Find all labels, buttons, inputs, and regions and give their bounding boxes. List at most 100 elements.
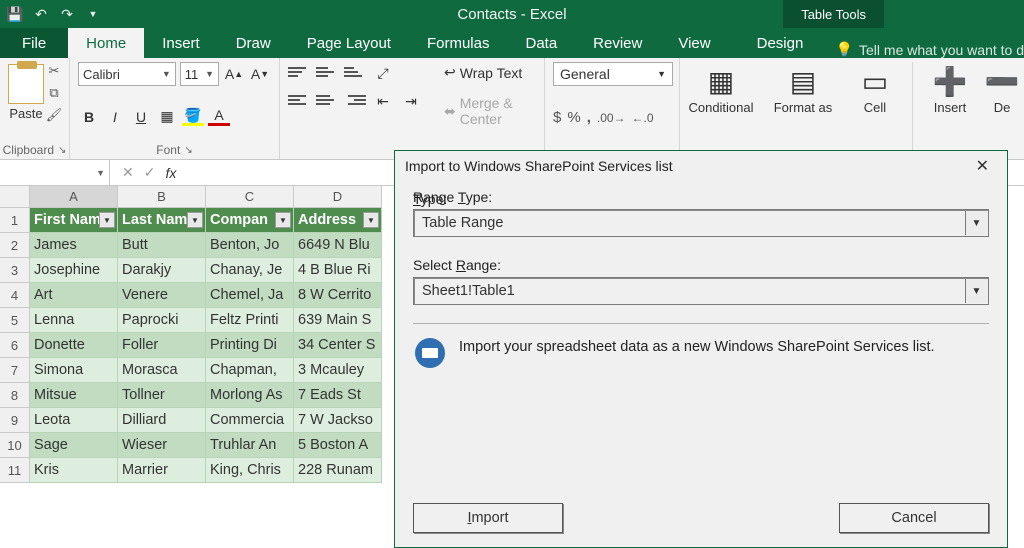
font-color-button[interactable]: A [208,106,230,128]
column-header[interactable]: D [294,186,382,208]
borders-button[interactable]: ▦ [156,106,178,128]
table-cell[interactable]: Josephine [30,258,118,283]
undo-icon[interactable]: ↶ [32,5,50,23]
table-cell[interactable]: Dilliard [118,408,206,433]
tab-design[interactable]: Design [741,28,820,58]
table-cell[interactable]: Truhlar An [206,433,294,458]
row-header[interactable]: 9 [0,408,30,433]
column-header[interactable]: C [206,186,294,208]
tell-me-search[interactable]: 💡 Tell me what you want to d [836,41,1024,58]
enter-formula-icon[interactable]: ✓ [144,164,156,181]
decrease-indent-icon[interactable]: ⇤ [372,90,394,112]
table-cell[interactable]: Chapman, [206,358,294,383]
row-header[interactable]: 4 [0,283,30,308]
tab-data[interactable]: Data [507,28,575,58]
delete-cells-button[interactable]: ➖De [987,62,1017,115]
fx-icon[interactable]: fx [165,165,176,181]
qat-customize-icon[interactable]: ▼ [84,5,102,23]
table-cell[interactable]: 7 Eads St [294,383,382,408]
accounting-format-icon[interactable]: $ [553,109,561,126]
table-header-cell[interactable]: Compan▼ [206,208,294,233]
table-cell[interactable]: Feltz Printi [206,308,294,333]
table-cell[interactable]: Darakjy [118,258,206,283]
table-cell[interactable]: Lenna [30,308,118,333]
format-as-table-button[interactable]: ▤Format as [768,62,838,115]
tab-review[interactable]: Review [575,28,660,58]
decrease-decimal-icon[interactable]: ←.0 [632,111,654,125]
tab-view[interactable]: View [660,28,728,58]
paste-button[interactable]: Paste [8,62,44,124]
table-cell[interactable]: 228 Runam [294,458,382,483]
table-cell[interactable]: James [30,233,118,258]
table-cell[interactable]: Paprocki [118,308,206,333]
table-cell[interactable]: Kris [30,458,118,483]
filter-dropdown-icon[interactable]: ▼ [99,212,115,228]
select-all-corner[interactable] [0,186,30,208]
cell-styles-button[interactable]: ▭Cell [850,62,900,115]
row-header[interactable]: 8 [0,383,30,408]
row-header[interactable]: 11 [0,458,30,483]
table-cell[interactable]: Tollner [118,383,206,408]
filter-dropdown-icon[interactable]: ▼ [363,212,379,228]
table-cell[interactable]: Chanay, Je [206,258,294,283]
increase-indent-icon[interactable]: ⇥ [400,90,422,112]
align-top-icon[interactable] [288,62,310,82]
underline-button[interactable]: U [130,106,152,128]
tab-insert[interactable]: Insert [144,28,218,58]
row-header[interactable]: 2 [0,233,30,258]
align-left-icon[interactable] [288,90,310,110]
row-header[interactable]: 1 [0,208,30,233]
row-header[interactable]: 3 [0,258,30,283]
comma-format-icon[interactable]: , [587,109,591,126]
orientation-icon[interactable]: ⤢ [372,62,394,84]
redo-icon[interactable]: ↷ [58,5,76,23]
table-header-cell[interactable]: Address▼ [294,208,382,233]
row-header[interactable]: 5 [0,308,30,333]
select-range-combo[interactable]: Sheet1!Table1 ▼ [413,277,989,305]
table-cell[interactable]: 34 Center S [294,333,382,358]
tab-page-layout[interactable]: Page Layout [289,28,409,58]
font-name-combo[interactable]: Calibri▼ [78,62,176,86]
table-cell[interactable]: King, Chris [206,458,294,483]
column-header[interactable]: A [30,186,118,208]
clipboard-launcher-icon[interactable]: ↘ [58,145,66,156]
table-cell[interactable]: Printing Di [206,333,294,358]
align-right-icon[interactable] [344,90,366,110]
table-cell[interactable]: Butt [118,233,206,258]
table-cell[interactable]: 639 Main S [294,308,382,333]
increase-decimal-icon[interactable]: .00→ [597,111,626,125]
grow-font-icon[interactable]: A▲ [223,63,245,85]
format-painter-icon[interactable]: 🖌 [44,106,64,124]
table-cell[interactable]: Donette [30,333,118,358]
align-middle-icon[interactable] [316,62,338,82]
shrink-font-icon[interactable]: A▼ [249,63,271,85]
table-cell[interactable]: Morasca [118,358,206,383]
wrap-text-button[interactable]: ↩Wrap Text [438,62,536,83]
close-button[interactable]: ✕ [968,154,997,178]
table-cell[interactable]: 7 W Jackso [294,408,382,433]
fill-color-button[interactable]: 🪣 [182,106,204,128]
table-cell[interactable]: Commercia [206,408,294,433]
table-cell[interactable]: Leota [30,408,118,433]
row-header[interactable]: 10 [0,433,30,458]
table-cell[interactable]: Wieser [118,433,206,458]
import-button[interactable]: Import [413,503,563,533]
table-header-cell[interactable]: First Nam▼ [30,208,118,233]
number-format-combo[interactable]: General▼ [553,62,673,86]
percent-format-icon[interactable]: % [567,109,580,126]
table-cell[interactable]: Morlong As [206,383,294,408]
row-header[interactable]: 6 [0,333,30,358]
font-launcher-icon[interactable]: ↘ [184,145,192,156]
filter-dropdown-icon[interactable]: ▼ [187,212,203,228]
conditional-formatting-button[interactable]: ▦Conditional [686,62,756,115]
chevron-down-icon[interactable]: ▼ [965,211,987,235]
filter-dropdown-icon[interactable]: ▼ [275,212,291,228]
table-cell[interactable]: Benton, Jo [206,233,294,258]
table-cell[interactable]: Sage [30,433,118,458]
align-bottom-icon[interactable] [344,62,366,82]
row-header[interactable]: 7 [0,358,30,383]
table-cell[interactable]: 4 B Blue Ri [294,258,382,283]
save-icon[interactable]: 💾 [6,5,24,23]
copy-icon[interactable]: ⧉ [44,84,64,102]
tab-draw[interactable]: Draw [218,28,289,58]
